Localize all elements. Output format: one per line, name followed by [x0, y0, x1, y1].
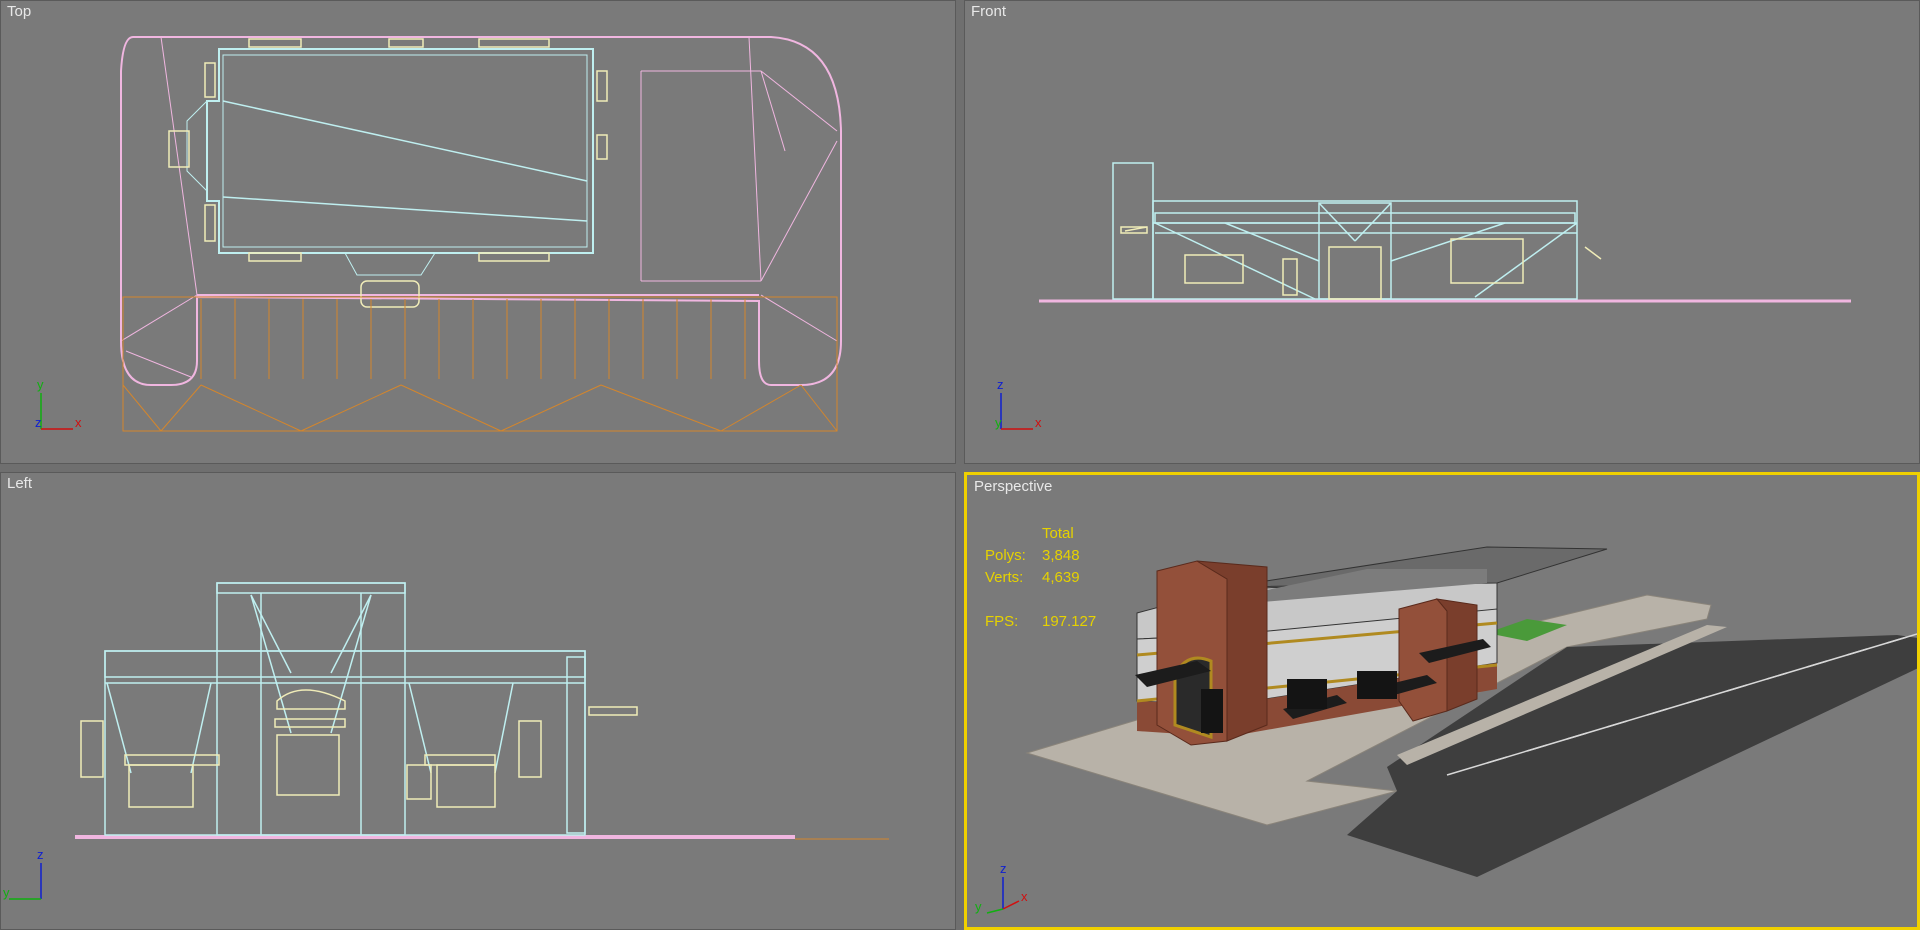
axis-label-x: x	[1035, 415, 1042, 430]
fps-label: FPS:	[985, 613, 1019, 630]
viewport-top[interactable]: y z x Top	[0, 0, 956, 464]
axis-label-z: z	[35, 415, 42, 430]
axis-label-y: y	[995, 415, 1002, 430]
top-wireframe: y z x	[35, 36, 842, 432]
stats-row-verts: Verts: 4,639	[985, 567, 1096, 589]
front-wireframe: z y x	[995, 162, 1851, 430]
axis-label-y: y	[975, 899, 982, 914]
viewport-label-left[interactable]: Left	[7, 475, 32, 492]
viewport-front[interactable]: z y x Front	[964, 0, 1920, 464]
axis-label-x: x	[75, 415, 82, 430]
verts-value: 4,639	[1042, 569, 1080, 586]
axis-label-y: y	[37, 377, 44, 392]
stats-row-fps: FPS: 197.127	[985, 611, 1096, 633]
axis-label-x: x	[1021, 889, 1028, 904]
viewport-label-perspective[interactable]: Perspective	[974, 478, 1052, 495]
axis-label-z: z	[1000, 861, 1007, 876]
perspective-axis-tripod: z y x	[975, 861, 1028, 914]
polys-label: Polys:	[985, 547, 1026, 564]
viewport-left[interactable]: z y x Left	[0, 472, 956, 930]
viewport-label-front[interactable]: Front	[971, 3, 1006, 20]
left-wireframe: z y x	[3, 582, 889, 900]
perspective-render	[1025, 546, 1917, 877]
viewport-perspective[interactable]: Perspective Total Polys: 3,848 Verts: 4,…	[964, 472, 1920, 930]
viewport-label-top[interactable]: Top	[7, 3, 31, 20]
axis-label-z: z	[997, 377, 1004, 392]
axis-label-y: y	[3, 885, 10, 900]
polys-value: 3,848	[1042, 547, 1080, 564]
axis-label-z: z	[37, 847, 44, 862]
verts-label: Verts:	[985, 569, 1024, 586]
stats-row-polys: Polys: 3,848	[985, 545, 1096, 567]
fps-value: 197.127	[1042, 613, 1097, 630]
stats-header: Total	[1042, 525, 1074, 542]
scene-statistics: Total Polys: 3,848 Verts: 4,639 FPS: 197…	[985, 523, 1096, 633]
